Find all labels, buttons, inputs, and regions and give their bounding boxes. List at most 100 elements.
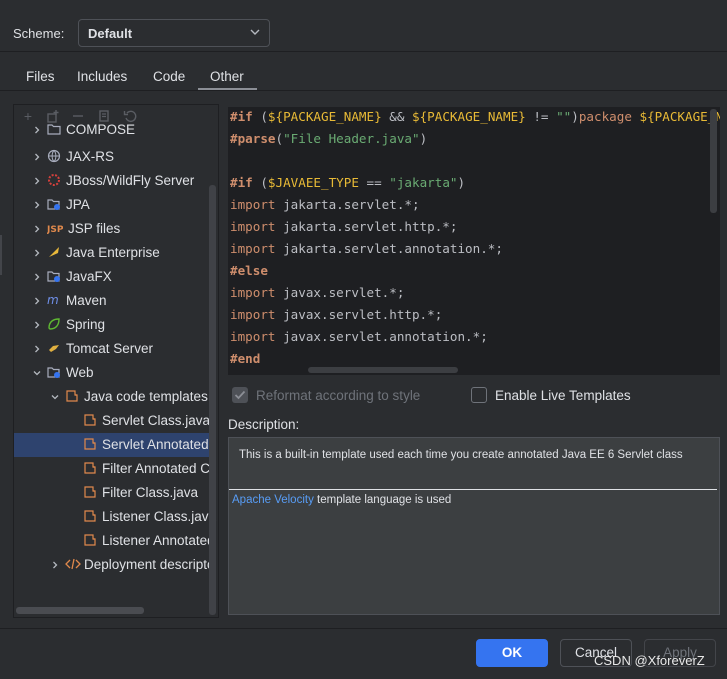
code-line: import jakarta.servlet.*; <box>230 197 420 212</box>
tree-item[interactable]: m Maven <box>14 289 214 313</box>
velocity-link[interactable]: Apache Velocity <box>232 494 314 506</box>
template-icon <box>83 485 97 499</box>
tree-item-label: Listener Class.java <box>102 509 217 524</box>
tree-item-label: JBoss/WildFly Server <box>66 173 195 188</box>
tree-item-label: Filter Class.java <box>102 485 199 500</box>
template-icon <box>65 389 79 403</box>
ok-button[interactable]: OK <box>476 639 548 667</box>
tab-files[interactable]: Files <box>26 69 55 84</box>
chevron-right-icon[interactable] <box>50 558 60 569</box>
code-line: import javax.servlet.*; <box>230 285 405 300</box>
template-icon <box>83 509 97 523</box>
tree-vertical-scrollbar[interactable] <box>209 185 216 615</box>
code-line: #else <box>230 263 268 278</box>
jsp-icon: JSP <box>46 221 64 235</box>
live-templates-label: Enable Live Templates <box>495 388 631 403</box>
editor-horizontal-scrollbar[interactable] <box>308 367 458 373</box>
chevron-right-icon[interactable] <box>32 246 42 257</box>
chevron-right-icon[interactable] <box>32 270 42 281</box>
description-divider <box>229 489 717 490</box>
tree-item-label: Filter Annotated Cl <box>102 461 214 476</box>
tree-item[interactable]: JAX-RS <box>14 145 214 169</box>
tree-item-label: Maven <box>66 293 107 308</box>
globe-icon <box>47 149 61 163</box>
code-line: import jakarta.servlet.http.*; <box>230 219 458 234</box>
tree-item-label: JPA <box>66 197 90 212</box>
chevron-down-icon <box>249 26 261 41</box>
scheme-label: Scheme: <box>13 26 65 41</box>
tree-item[interactable]: Filter Class.java <box>14 481 214 505</box>
tree-item[interactable]: Listener Class.java <box>14 505 217 529</box>
web-folder-icon <box>47 365 61 379</box>
live-templates-checkbox[interactable] <box>471 387 487 403</box>
code-line: import javax.servlet.annotation.*; <box>230 329 488 344</box>
template-icon <box>83 413 97 427</box>
divider <box>0 51 727 52</box>
tab-includes[interactable]: Includes <box>77 69 127 84</box>
tree-item-label: Web <box>66 365 94 380</box>
editor-vertical-scrollbar[interactable] <box>710 109 717 213</box>
chevron-right-icon[interactable] <box>32 222 42 233</box>
spring-icon <box>47 317 61 331</box>
code-line: #parse("File Header.java") <box>230 131 428 146</box>
xml-icon <box>65 557 81 571</box>
chevron-right-icon[interactable] <box>32 198 42 209</box>
code-line: import jakarta.servlet.annotation.*; <box>230 241 503 256</box>
tree-item[interactable]: JSP JSP files <box>14 217 214 241</box>
tree-item-label: JavaFX <box>66 269 112 284</box>
chevron-right-icon[interactable] <box>32 318 42 329</box>
tree-item[interactable]: Servlet Class.java <box>14 409 214 433</box>
tree-item-label: Servlet Annotated <box>102 437 209 452</box>
tree-item[interactable]: Tomcat Server <box>14 337 214 361</box>
description-text: This is a built-in template used each ti… <box>239 449 683 461</box>
tree-item[interactable]: Deployment descripto <box>14 553 215 577</box>
tree-item[interactable]: Listener Annotated <box>14 529 215 553</box>
description-label: Description: <box>228 417 300 432</box>
tree-item[interactable]: Filter Annotated Cl <box>14 457 214 481</box>
scheme-value: Default <box>88 26 133 41</box>
tree-item-label: Spring <box>66 317 106 332</box>
template-icon <box>83 461 97 475</box>
template-icon <box>83 533 97 547</box>
reformat-label: Reformat according to style <box>256 388 421 403</box>
chevron-right-icon[interactable] <box>32 294 42 305</box>
tree-item-label: COMPOSE <box>66 122 136 137</box>
tree-item-label: Tomcat Server <box>66 341 154 356</box>
chevron-right-icon[interactable] <box>32 174 42 185</box>
template-icon <box>83 437 97 451</box>
tree-item[interactable]: Java Enterprise <box>14 241 214 265</box>
tab-other[interactable]: Other <box>210 69 244 84</box>
tree-item[interactable]: Spring <box>14 313 214 337</box>
chevron-down-icon[interactable] <box>32 366 42 376</box>
chevron-right-icon[interactable] <box>32 342 42 353</box>
java-ee-icon <box>47 245 61 259</box>
maven-icon: m <box>47 293 61 307</box>
reformat-checkbox[interactable] <box>232 387 248 403</box>
scheme-dropdown[interactable]: Default <box>78 19 270 47</box>
tree-item-label: Listener Annotated <box>102 533 215 548</box>
tree-item[interactable]: Java code templates <box>14 385 214 409</box>
chevron-down-icon[interactable] <box>50 390 60 400</box>
code-line: import javax.servlet.http.*; <box>230 307 443 322</box>
tree-item[interactable]: Servlet Annotated <box>14 433 214 457</box>
tab-code[interactable]: Code <box>153 69 185 84</box>
jboss-icon <box>47 173 61 187</box>
template-tree-panel: + COMPOSE JAX-RS JBoss/WildFly Server JPA JS… <box>13 104 219 618</box>
chevron-right-icon[interactable] <box>32 150 42 161</box>
tree-horizontal-scrollbar[interactable] <box>16 607 144 614</box>
window-edge-marker <box>0 235 2 275</box>
tree-item-label: Deployment descripto <box>84 557 215 572</box>
tree-item[interactable]: COMPOSE <box>14 118 214 142</box>
tree-item[interactable]: Web <box>14 361 214 385</box>
tree-item[interactable]: JavaFX <box>14 265 214 289</box>
jpa-folder-icon <box>47 197 61 211</box>
folder-icon <box>47 122 61 136</box>
template-code-editor[interactable]: #if (${PACKAGE_NAME} && ${PACKAGE_NAME} … <box>228 107 720 375</box>
tree-item[interactable]: JPA <box>14 193 214 217</box>
tree-item[interactable]: JBoss/WildFly Server <box>14 169 214 193</box>
divider <box>0 90 727 91</box>
code-line: #end <box>230 351 261 366</box>
tree-item-label: JAX-RS <box>66 149 115 164</box>
tree-item-label: JSP files <box>68 221 121 236</box>
chevron-right-icon[interactable] <box>32 123 42 134</box>
